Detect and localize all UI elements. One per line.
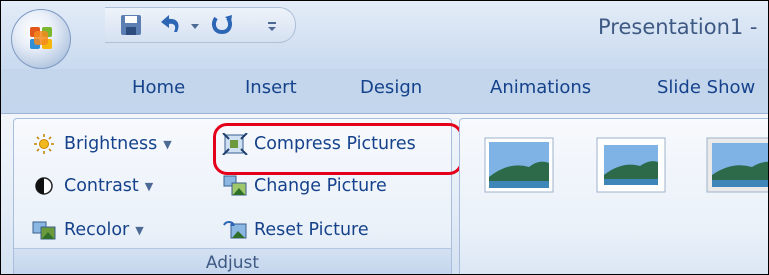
repeat-icon[interactable] [209,12,237,38]
adjust-group-footer: Adjust [14,248,451,274]
recolor-label: Recolor [64,220,130,240]
ribbon-body: Brightness ▼ Contrast ▼ Recolor ▼ Compre… [1,113,768,274]
title-bar: Presentation1 - [1,1,768,69]
contrast-button[interactable]: Contrast ▼ [32,175,153,197]
undo-icon[interactable] [157,12,187,38]
tab-slide-show[interactable]: Slide Show [657,77,755,98]
office-button[interactable] [11,9,71,69]
picture-style-thumbnail[interactable] [484,137,554,193]
save-icon[interactable] [119,12,143,38]
tab-home[interactable]: Home [132,77,185,98]
window-title: Presentation1 - [598,15,758,39]
compress-pictures-highlight [213,123,463,175]
ribbon-tabs: Home Insert Design Animations Slide Show [1,69,768,113]
sun-icon [34,134,54,154]
adjust-group-label: Adjust [205,253,260,273]
reset-picture-icon [223,221,247,239]
chevron-down-icon: ▼ [163,137,172,151]
picture-style-thumbnail[interactable] [706,137,769,193]
brightness-label: Brightness [64,134,158,154]
chevron-down-icon: ▼ [144,179,154,193]
contrast-icon [35,177,53,195]
reset-picture-button[interactable]: Reset Picture [222,219,369,241]
adjust-group: Brightness ▼ Contrast ▼ Recolor ▼ Compre… [13,118,463,274]
tab-insert[interactable]: Insert [245,77,297,98]
chevron-down-icon: ▼ [135,223,144,237]
undo-dropdown-icon[interactable] [189,12,201,38]
picture-style-thumbnail[interactable] [596,137,666,193]
tab-animations[interactable]: Animations [490,77,591,98]
recolor-icon [32,221,56,240]
picture-styles-group [459,118,769,274]
recolor-button[interactable]: Recolor ▼ [32,219,144,241]
tab-design[interactable]: Design [360,77,422,98]
customize-qat-icon[interactable] [265,12,279,38]
quick-access-toolbar [105,7,296,43]
change-picture-label: Change Picture [254,176,387,196]
change-picture-button[interactable]: Change Picture [222,175,387,197]
powerpoint-window: Presentation1 - Home Insert Design Anima… [0,0,769,275]
reset-picture-label: Reset Picture [254,220,369,240]
office-logo-icon [30,27,52,49]
brightness-button[interactable]: Brightness ▼ [32,133,172,155]
contrast-label: Contrast [64,176,139,196]
change-picture-icon [223,175,247,196]
